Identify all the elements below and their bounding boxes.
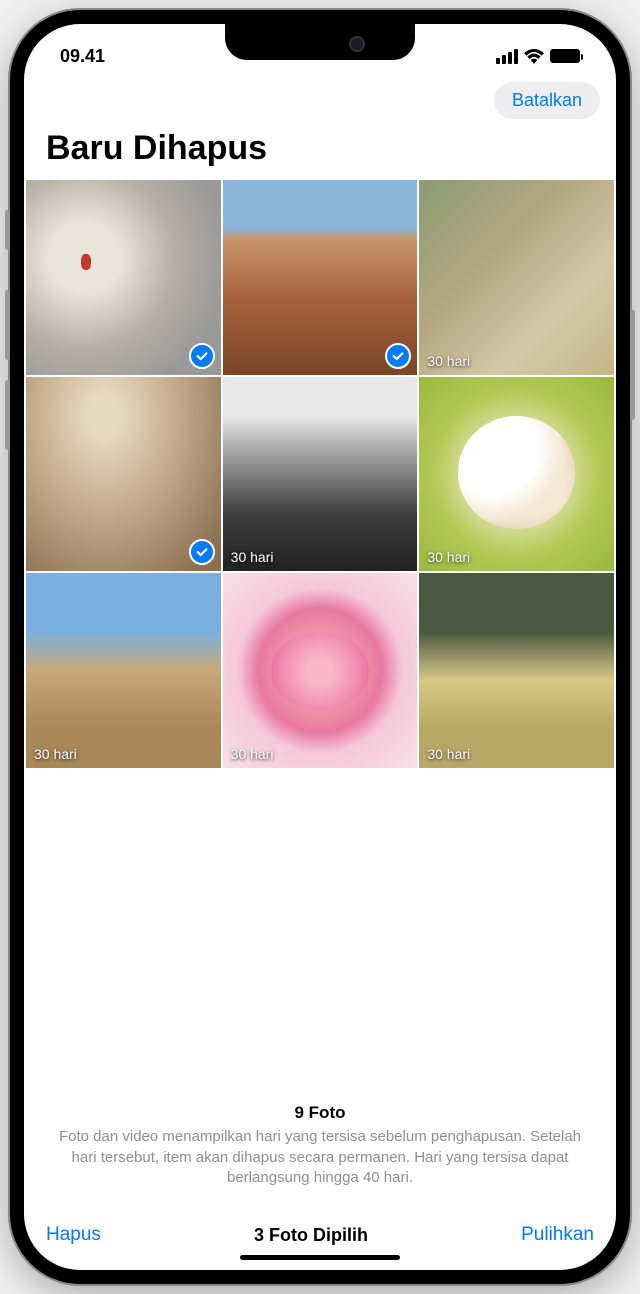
photo-image <box>26 573 221 768</box>
selected-checkmark-icon <box>189 343 215 369</box>
status-time: 09.41 <box>60 46 105 67</box>
screen: 09.41 Batalkan Baru Dihapus <box>24 24 616 1270</box>
photo-thumbnail[interactable]: 30 hari <box>419 573 614 768</box>
recover-button[interactable]: Pulihkan <box>521 1224 594 1246</box>
info-description: Foto dan video menampilkan hari yang ter… <box>54 1127 586 1188</box>
photo-thumbnail[interactable]: 30 hari <box>26 573 221 768</box>
days-remaining-label: 30 hari <box>427 353 470 369</box>
selected-checkmark-icon <box>385 343 411 369</box>
photo-thumbnail[interactable]: 30 hari <box>419 180 614 375</box>
info-section: 9 Foto Foto dan video menampilkan hari y… <box>24 768 616 1208</box>
bottom-toolbar: Hapus 3 Foto Dipilih Pulihkan <box>24 1208 616 1270</box>
photo-thumbnail[interactable] <box>223 180 418 375</box>
delete-button[interactable]: Hapus <box>46 1224 101 1246</box>
photo-image <box>223 573 418 768</box>
page-title: Baru Dihapus <box>24 129 616 180</box>
volume-up-button <box>5 290 10 360</box>
photo-thumbnail[interactable] <box>26 180 221 375</box>
photo-thumbnail[interactable] <box>26 377 221 572</box>
notch <box>225 24 415 60</box>
wifi-icon <box>524 49 544 64</box>
cellular-signal-icon <box>496 49 518 64</box>
photo-thumbnail[interactable]: 30 hari <box>223 377 418 572</box>
photo-image <box>26 377 221 572</box>
photo-image <box>419 573 614 768</box>
home-indicator[interactable] <box>240 1255 400 1260</box>
days-remaining-label: 30 hari <box>231 549 274 565</box>
photo-count-label: 9 Foto <box>295 1103 346 1123</box>
phone-frame: 09.41 Batalkan Baru Dihapus <box>10 10 630 1284</box>
volume-down-button <box>5 380 10 450</box>
days-remaining-label: 30 hari <box>34 746 77 762</box>
photo-image <box>223 180 418 375</box>
days-remaining-label: 30 hari <box>427 746 470 762</box>
silent-switch <box>5 210 10 250</box>
selected-checkmark-icon <box>189 539 215 565</box>
photo-image <box>26 180 221 375</box>
photo-thumbnail[interactable]: 30 hari <box>223 573 418 768</box>
selection-count-label: 3 Foto Dipilih <box>254 1225 368 1246</box>
navigation-bar: Batalkan <box>24 74 616 129</box>
power-button <box>630 310 635 420</box>
photo-image <box>419 180 614 375</box>
photo-thumbnail[interactable]: 30 hari <box>419 377 614 572</box>
photo-image <box>223 377 418 572</box>
cancel-button[interactable]: Batalkan <box>494 82 600 119</box>
days-remaining-label: 30 hari <box>231 746 274 762</box>
photo-grid: 30 hari 30 hari 30 hari 30 hari <box>24 180 616 768</box>
photo-image <box>419 377 614 572</box>
status-indicators <box>496 49 580 64</box>
days-remaining-label: 30 hari <box>427 549 470 565</box>
battery-icon <box>550 49 580 63</box>
